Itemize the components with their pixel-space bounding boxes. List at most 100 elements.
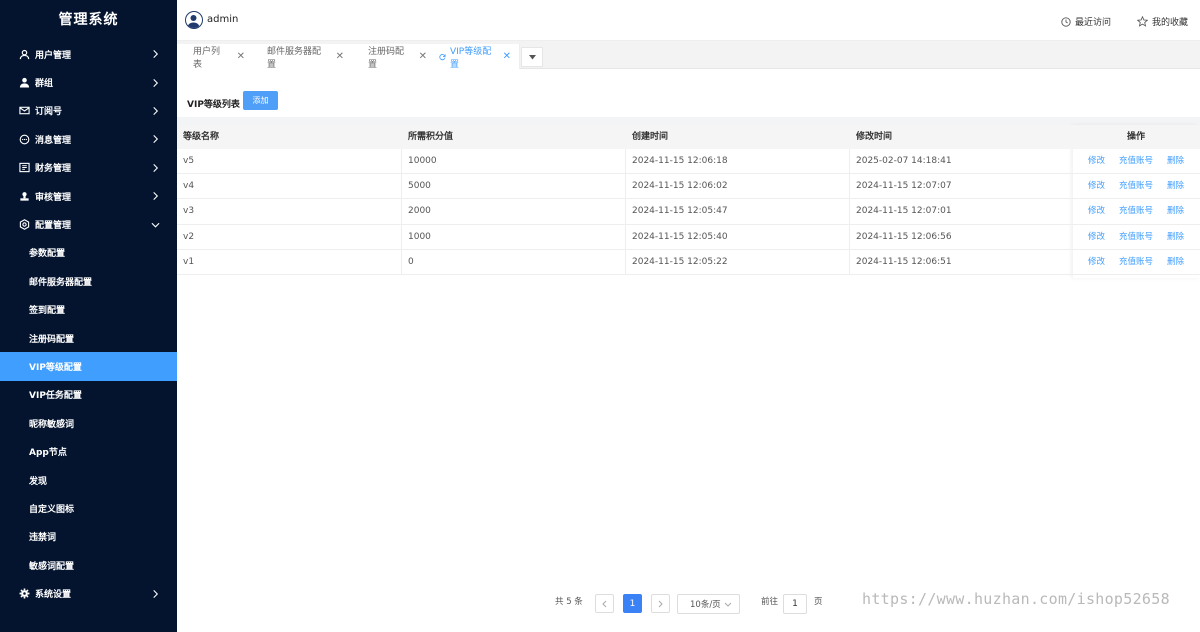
chevron-right-icon	[153, 78, 159, 87]
delete-link[interactable]: 删除	[1167, 250, 1184, 275]
submenu-item-register-code[interactable]: 注册码配置	[0, 324, 177, 352]
edit-link[interactable]: 修改	[1088, 174, 1105, 199]
cell-points: 5000	[408, 181, 431, 192]
menu-item-finance[interactable]: 财务管理	[0, 154, 177, 182]
recharge-link[interactable]: 充值账号	[1119, 225, 1153, 250]
recharge-link[interactable]: 充值账号	[1119, 174, 1153, 199]
prev-page-button[interactable]	[595, 594, 614, 613]
submenu-item-nickname-sensitive[interactable]: 昵称敏感词	[0, 409, 177, 437]
chevron-right-icon	[153, 135, 159, 144]
table-row: v1 0 2024-11-15 12:05:22 2024-11-15 12:0…	[177, 250, 1200, 275]
brand-title: 管理系统	[58, 12, 119, 28]
cell-modified: 2024-11-15 12:07:01	[856, 206, 952, 217]
menu-item-label: 用户管理	[35, 50, 72, 61]
menu-item-review[interactable]: 审核管理	[0, 182, 177, 210]
menu-item-label: 群组	[35, 79, 54, 90]
page-size-select[interactable]: 10条/页	[677, 594, 740, 614]
edit-link[interactable]: 修改	[1088, 199, 1105, 224]
refresh-icon[interactable]	[439, 53, 446, 61]
tab-user-list[interactable]: 用户列表 ✕	[177, 44, 254, 70]
next-page-button[interactable]	[651, 594, 670, 613]
header-required-points: 所需积分值	[408, 132, 454, 142]
cell-level: v5	[183, 156, 195, 166]
chevron-down-icon	[724, 602, 732, 607]
settings-icon	[19, 219, 30, 230]
submenu-item-sensitive-words[interactable]: 敏感词配置	[0, 551, 177, 579]
menu-item-system-settings[interactable]: 系统设置	[0, 579, 177, 607]
tab-label: VIP等级配置	[449, 46, 492, 70]
submenu-item-checkin[interactable]: 签到配置	[0, 296, 177, 324]
menu-item-label: 审核管理	[35, 192, 72, 203]
page-suffix: 页	[814, 597, 823, 607]
cell-level: v2	[183, 231, 195, 242]
username[interactable]: admin	[207, 14, 238, 25]
chevron-right-icon	[153, 192, 159, 201]
tab-more-dropdown[interactable]	[521, 47, 543, 67]
menu-item-label: 消息管理	[35, 135, 72, 146]
goto-page-input[interactable]: 1	[783, 594, 807, 614]
submenu-item-banned-words[interactable]: 违禁词	[0, 523, 177, 551]
close-icon[interactable]: ✕	[419, 51, 427, 62]
menu-item-config-management[interactable]: 配置管理	[0, 210, 177, 238]
submenu-item-custom-icon[interactable]: 自定义图标	[0, 494, 177, 522]
person-icon	[19, 77, 30, 88]
cell-modified: 2024-11-15 12:06:51	[856, 256, 952, 267]
cell-points: 2000	[408, 206, 431, 217]
tab-register-code[interactable]: 注册码配置 ✕	[352, 44, 436, 70]
menu-item-subscriptions[interactable]: 订阅号	[0, 97, 177, 125]
delete-link[interactable]: 删除	[1167, 149, 1184, 174]
stamp-icon	[19, 191, 30, 202]
tab-mail-server[interactable]: 邮件服务器配置 ✕	[251, 44, 353, 70]
submenu-item-app-node[interactable]: App节点	[0, 437, 177, 465]
cell-points: 0	[408, 256, 414, 267]
submenu-item-params[interactable]: 参数配置	[0, 239, 177, 267]
submenu-item-vip-level[interactable]: VIP等级配置	[0, 352, 177, 381]
add-button[interactable]: 添加	[243, 91, 278, 110]
submenu-item-vip-task[interactable]: VIP任务配置	[0, 381, 177, 409]
submenu-item-discover[interactable]: 发现	[0, 466, 177, 494]
table-row: v5 10000 2024-11-15 12:06:18 2025-02-07 …	[177, 149, 1200, 175]
chat-icon	[19, 134, 30, 145]
menu-item-label: 配置管理	[35, 221, 72, 232]
menu-item-label: 财务管理	[35, 164, 72, 175]
chevron-right-icon	[153, 106, 159, 115]
header-created-time: 创建时间	[632, 132, 669, 142]
close-icon[interactable]: ✕	[503, 51, 511, 62]
page-size-value: 10条/页	[690, 600, 721, 610]
delete-link[interactable]: 删除	[1167, 174, 1184, 199]
cell-created: 2024-11-15 12:06:02	[632, 181, 728, 192]
table-row: v3 2000 2024-11-15 12:05:47 2024-11-15 1…	[177, 199, 1200, 225]
recharge-link[interactable]: 充值账号	[1119, 250, 1153, 275]
avatar[interactable]	[185, 11, 203, 29]
menu-item-messages[interactable]: 消息管理	[0, 125, 177, 153]
edit-link[interactable]: 修改	[1088, 149, 1105, 174]
recharge-link[interactable]: 充值账号	[1119, 149, 1153, 174]
recharge-link[interactable]: 充值账号	[1119, 199, 1153, 224]
header-level-name: 等级名称	[183, 132, 220, 142]
page-number-current[interactable]: 1	[623, 594, 642, 613]
star-icon	[1137, 16, 1148, 27]
menu-item-label: 订阅号	[35, 107, 63, 118]
close-icon[interactable]: ✕	[237, 51, 245, 62]
delete-link[interactable]: 删除	[1167, 199, 1184, 224]
tab-label: 注册码配置	[368, 46, 405, 70]
menu-item-label: 系统设置	[35, 590, 72, 601]
submenu-item-mail-server[interactable]: 邮件服务器配置	[0, 267, 177, 295]
cell-level: v4	[183, 181, 195, 192]
close-icon[interactable]: ✕	[336, 51, 344, 62]
cell-points: 1000	[408, 231, 431, 242]
goto-label: 前往	[761, 597, 779, 607]
menu-item-user-management[interactable]: 用户管理	[0, 40, 177, 68]
edit-link[interactable]: 修改	[1088, 250, 1105, 275]
favorites-button[interactable]: 我的收藏	[1137, 15, 1188, 28]
edit-link[interactable]: 修改	[1088, 225, 1105, 250]
tab-vip-level[interactable]: VIP等级配置 ✕	[434, 44, 520, 70]
menu-item-groups[interactable]: 群组	[0, 68, 177, 96]
recent-visits-button[interactable]: 最近访问	[1061, 15, 1111, 28]
chevron-right-icon	[153, 589, 159, 598]
favorites-label: 我的收藏	[1152, 18, 1189, 28]
cell-created: 2024-11-15 12:05:47	[632, 206, 728, 217]
delete-link[interactable]: 删除	[1167, 225, 1184, 250]
cell-level: v1	[183, 256, 195, 267]
user-icon	[19, 49, 30, 60]
